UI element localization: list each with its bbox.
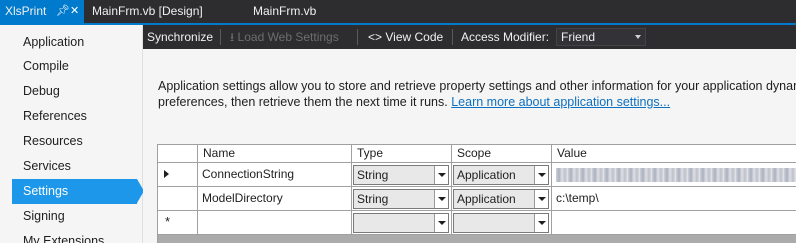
nav-item-signing[interactable]: Signing xyxy=(12,204,137,229)
toolbar-separator xyxy=(452,29,453,45)
tab-mainfrm-design[interactable]: MainFrm.vb [Design] xyxy=(92,0,203,23)
load-web-settings-button[interactable]: ⭳ Load Web Settings xyxy=(230,25,339,49)
type-cell[interactable]: String xyxy=(352,187,452,211)
row-header[interactable] xyxy=(158,163,198,187)
current-row-arrow-icon xyxy=(164,170,169,178)
tab-label: XlsPrint xyxy=(5,4,47,18)
scope-value: Application xyxy=(457,168,516,182)
chevron-down-icon[interactable] xyxy=(534,190,548,208)
load-web-settings-label: Load Web Settings xyxy=(237,30,339,44)
project-properties-nav: Application Compile Debug References Res… xyxy=(0,25,144,243)
tab-mainfrm-code[interactable]: MainFrm.vb xyxy=(253,0,316,23)
scope-dropdown[interactable] xyxy=(453,213,549,233)
document-tab-strip: XlsPrint 📌︎ ✕ MainFrm.vb [Design] MainFr… xyxy=(0,0,796,23)
access-modifier-value: Friend xyxy=(561,30,596,44)
nav-item-label: Settings xyxy=(23,184,69,198)
nav-item-settings[interactable]: Settings xyxy=(12,179,137,204)
scope-dropdown[interactable]: Application xyxy=(453,189,549,209)
access-modifier-dropdown[interactable]: Friend xyxy=(556,28,646,46)
type-dropdown[interactable]: String xyxy=(353,165,449,185)
nav-item-my-extensions[interactable]: My Extensions xyxy=(12,229,137,243)
name-cell[interactable]: ModelDirectory xyxy=(198,187,352,211)
column-header-value[interactable]: Value xyxy=(552,145,796,163)
redacted-value xyxy=(556,168,796,182)
chevron-down-icon[interactable] xyxy=(434,166,448,184)
type-dropdown[interactable] xyxy=(353,213,449,233)
scope-cell[interactable]: Application xyxy=(452,163,552,187)
chevron-down-icon[interactable] xyxy=(434,190,448,208)
learn-more-link[interactable]: Learn more about application settings... xyxy=(451,95,670,109)
new-row-header[interactable]: * xyxy=(158,211,198,235)
view-code-icon: <> xyxy=(368,30,383,44)
column-header-scope[interactable]: Scope xyxy=(452,145,552,163)
view-code-label: View Code xyxy=(385,30,444,44)
settings-toolbar: Synchronize ⭳ Load Web Settings <> View … xyxy=(143,25,796,49)
nav-item-services[interactable]: Services xyxy=(12,154,137,179)
chevron-down-icon[interactable] xyxy=(534,166,548,184)
synchronize-button[interactable]: Synchronize xyxy=(147,25,213,49)
nav-item-debug[interactable]: Debug xyxy=(12,79,137,104)
close-icon[interactable]: ✕ xyxy=(70,0,79,23)
pin-icon[interactable]: 📌︎ xyxy=(56,0,70,23)
settings-description: Application settings allow you to store … xyxy=(158,78,796,110)
scope-dropdown[interactable]: Application xyxy=(453,165,549,185)
value-cell[interactable]: c:\temp\ xyxy=(552,187,796,211)
grid-corner-header xyxy=(158,145,198,163)
scope-value: Application xyxy=(457,192,516,206)
new-name-cell[interactable] xyxy=(198,211,352,235)
tab-xlsprint[interactable]: XlsPrint 📌︎ ✕ xyxy=(0,0,84,23)
type-cell[interactable]: String xyxy=(352,163,452,187)
column-header-name[interactable]: Name xyxy=(198,145,352,163)
description-line-1: Application settings allow you to store … xyxy=(158,79,796,93)
nav-item-compile[interactable]: Compile xyxy=(12,54,137,79)
type-dropdown[interactable]: String xyxy=(353,189,449,209)
type-value: String xyxy=(357,168,389,182)
column-header-type[interactable]: Type xyxy=(352,145,452,163)
name-cell[interactable]: ConnectionString xyxy=(198,163,352,187)
nav-item-application[interactable]: Application xyxy=(12,30,137,55)
chevron-down-icon[interactable] xyxy=(434,214,448,232)
nav-item-references[interactable]: References xyxy=(12,104,137,129)
type-value: String xyxy=(357,192,389,206)
description-text: preferences, then retrieve them the next… xyxy=(158,95,448,109)
view-code-button[interactable]: <> View Code xyxy=(368,25,443,49)
toolbar-separator xyxy=(220,29,221,45)
new-type-cell[interactable] xyxy=(352,211,452,235)
chevron-down-icon xyxy=(635,35,641,39)
access-modifier-label: Access Modifier: xyxy=(461,30,550,44)
value-cell[interactable] xyxy=(552,163,796,187)
description-line-2: preferences, then retrieve them the next… xyxy=(158,94,796,110)
load-web-settings-icon: ⭳ xyxy=(230,30,235,44)
toolbar-separator xyxy=(357,29,358,45)
new-value-cell[interactable] xyxy=(552,211,796,235)
scope-cell[interactable]: Application xyxy=(452,187,552,211)
new-scope-cell[interactable] xyxy=(452,211,552,235)
settings-grid: Name Type Scope Value ConnectionString S… xyxy=(157,144,796,243)
new-row-marker: * xyxy=(165,214,171,229)
row-header[interactable] xyxy=(158,187,198,211)
nav-item-resources[interactable]: Resources xyxy=(12,129,137,154)
chevron-down-icon[interactable] xyxy=(534,214,548,232)
